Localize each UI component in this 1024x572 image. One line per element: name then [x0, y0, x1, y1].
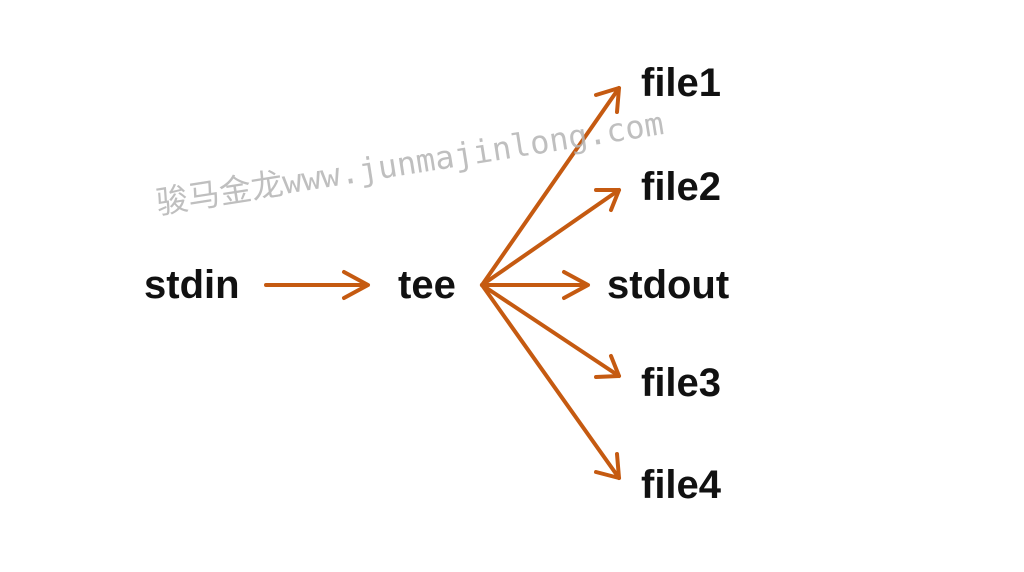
- node-file1: file1: [641, 61, 721, 105]
- node-file2: file2: [641, 165, 721, 209]
- node-file3: file3: [641, 361, 721, 405]
- arrow-tee-to-file3: [480, 283, 621, 379]
- arrow-tee-to-file4: [480, 283, 621, 480]
- tee-flow-diagram: stdin tee stdout file1 file2 file3 file4…: [144, 61, 729, 507]
- node-stdin: stdin: [144, 263, 240, 307]
- node-stdout: stdout: [607, 263, 729, 307]
- arrow-tee-to-file2: [480, 188, 621, 287]
- node-file4: file4: [641, 463, 722, 507]
- watermark-text: 骏马金龙www.junmajinlong.com: [153, 104, 666, 222]
- node-tee: tee: [398, 263, 456, 307]
- arrow-stdin-to-tee: [264, 270, 370, 300]
